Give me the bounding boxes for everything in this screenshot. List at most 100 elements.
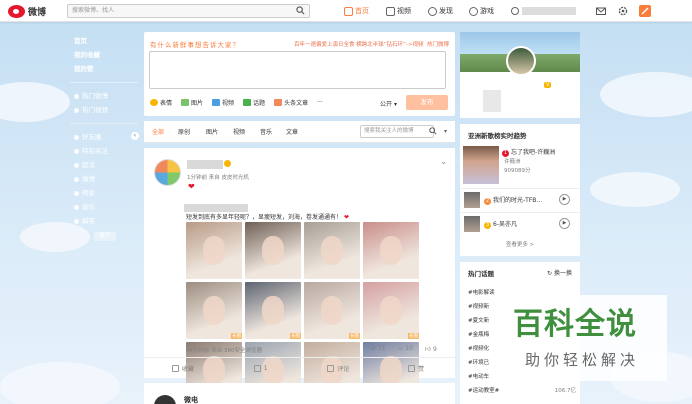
chevron-down-icon[interactable]: ▾ xyxy=(444,128,447,135)
hashtag-icon xyxy=(243,99,252,106)
publisher-panel: 有什么新鲜事想告诉大家？ 百年一遇偏爱上演日全食 横跨北半球“钻石环”->视频 … xyxy=(144,32,455,116)
rank-badge: 2 xyxy=(484,198,491,205)
search-icon[interactable] xyxy=(296,6,305,15)
comment-count[interactable]: ▭ 10 xyxy=(398,345,413,353)
search-input[interactable]: 搜索微博、找人 xyxy=(67,4,310,18)
nav-home-label: 首页 xyxy=(355,7,369,15)
post-photo[interactable]: 长图 xyxy=(363,282,419,339)
like-button[interactable]: 赞 xyxy=(377,358,455,378)
tab-original[interactable]: 原创 xyxy=(178,127,190,136)
topic-name: #视频新 xyxy=(468,304,490,310)
trend-song[interactable]: 1 忘了我吧-许巍洲 xyxy=(502,147,555,157)
nav-discover[interactable]: 发现 xyxy=(428,5,453,17)
forward-count[interactable]: ⇄ 71 xyxy=(371,345,386,353)
like-count-value: 9 xyxy=(432,346,437,353)
emoji-button[interactable]: 表情 xyxy=(150,98,172,107)
comment-count-value: 10 xyxy=(405,345,413,352)
publisher-hot-link[interactable]: 百年一遇偏爱上演日全食 横跨北半球“钻石环”->视频 热门微博 xyxy=(294,40,449,48)
collapse-icon[interactable]: ‹ xyxy=(131,132,139,140)
leftnav-hot-weibo[interactable]: 热门微博 xyxy=(66,89,142,103)
avatar[interactable] xyxy=(506,46,536,76)
search-icon[interactable] xyxy=(429,127,437,135)
tab-all[interactable]: 全部 xyxy=(152,127,164,136)
tool-label: 图片 xyxy=(191,100,204,107)
leftnav-group[interactable]: 超话 xyxy=(66,158,142,172)
topic-button[interactable]: 话题 xyxy=(243,98,265,107)
leftnav-group[interactable]: 明星 xyxy=(66,186,142,200)
leftnav-group[interactable]: 特别关注 xyxy=(66,144,142,158)
image-button[interactable]: 图片 xyxy=(181,98,203,107)
forward-author-redacted[interactable] xyxy=(184,204,248,212)
username-redacted[interactable] xyxy=(187,160,223,169)
more-button[interactable]: ··· xyxy=(317,98,323,107)
nav-discover-label: 发现 xyxy=(439,7,453,15)
profile-card: V xyxy=(460,32,580,118)
visibility-select[interactable]: 公开 ▾ xyxy=(380,99,397,108)
leftnav-likes[interactable]: 我的赞 xyxy=(66,62,142,76)
chevron-down-icon: ▾ xyxy=(393,101,397,108)
heart-icon: ❤ xyxy=(188,182,195,191)
user-icon[interactable] xyxy=(511,7,519,15)
nav-home[interactable]: 首页 xyxy=(344,5,369,17)
expand-button[interactable]: 展开 xyxy=(94,232,116,241)
publisher-textarea[interactable] xyxy=(149,51,446,89)
leftnav-label: 好友圈 xyxy=(82,133,102,141)
gear-icon[interactable] xyxy=(618,6,628,16)
submit-button[interactable]: 发布 xyxy=(406,95,448,110)
topic-item[interactable]: #运动教室# 106.7亿 xyxy=(468,386,576,394)
play-icon[interactable]: ▶ xyxy=(559,218,570,229)
tab-images[interactable]: 图片 xyxy=(206,127,218,136)
topic-name: #夏文新 xyxy=(468,318,490,324)
nav-video[interactable]: 视频 xyxy=(386,5,411,17)
album-cover[interactable] xyxy=(463,146,499,184)
trend-row[interactable]: 3 6-吴亦凡 ▶ xyxy=(460,212,580,234)
nav-game[interactable]: 游戏 xyxy=(469,5,494,17)
watermark-title: 百科全说 xyxy=(513,307,637,342)
tab-music[interactable]: 音乐 xyxy=(260,127,272,136)
username[interactable]: 微电 xyxy=(184,395,198,404)
article-button[interactable]: 头条文章 xyxy=(274,98,308,107)
leftnav-group[interactable]: 搞笑 xyxy=(66,214,142,228)
comment-button[interactable]: 评论 xyxy=(300,358,378,378)
avatar[interactable] xyxy=(154,159,181,186)
post-photo[interactable] xyxy=(186,222,242,279)
leftnav-label: 明星 xyxy=(82,189,95,197)
username-redacted[interactable] xyxy=(522,7,576,15)
post-text-body: 短发到底有多显年轻呢？，显瘦短发，刘海，卷发通通有！ xyxy=(186,214,343,221)
post-photo[interactable]: 长图 xyxy=(304,282,360,339)
topic-name: #电动车 xyxy=(468,374,490,380)
mail-icon[interactable] xyxy=(596,6,606,16)
post-meta[interactable]: 1分钟前 来自 皮皮时光机 xyxy=(187,173,249,181)
post-photo[interactable] xyxy=(304,222,360,279)
leftnav-label: 热门视频 xyxy=(82,106,108,114)
forward-button[interactable]: 1 xyxy=(222,358,300,378)
weibo-logo[interactable]: 微博 xyxy=(8,3,46,19)
avatar[interactable] xyxy=(154,395,176,404)
favorite-button[interactable]: 收藏 xyxy=(144,358,222,378)
play-score: 909089分 xyxy=(504,168,531,174)
nav-game-label: 游戏 xyxy=(480,7,494,15)
photo-subject xyxy=(379,296,403,325)
leftnav-favorites[interactable]: 我的收藏 xyxy=(66,48,142,62)
leftnav-group[interactable]: 微博 xyxy=(66,172,142,186)
post-photo[interactable] xyxy=(245,222,301,279)
game-icon xyxy=(469,6,478,16)
view-more-link[interactable]: 查看更多 > xyxy=(460,240,580,248)
leftnav-hot-video[interactable]: 热门视频 xyxy=(66,103,142,117)
leftnav-group[interactable]: 音乐 xyxy=(66,200,142,214)
play-icon[interactable]: ▶ xyxy=(559,194,570,205)
trend-row[interactable]: 2 我们的时光-TFB... ▶ xyxy=(460,188,580,210)
chevron-down-icon[interactable]: ⌄ xyxy=(440,157,447,166)
post-actions: 收藏 1 评论 赞 xyxy=(144,357,455,378)
post-photo[interactable]: 长图 xyxy=(245,282,301,339)
feed-search-input[interactable]: 搜索我关注人的微博 xyxy=(360,125,434,138)
leftnav-home[interactable]: 首页 xyxy=(66,34,142,48)
like-count[interactable]: 👍︎ 9 xyxy=(425,345,437,353)
tab-article[interactable]: 文章 xyxy=(286,127,298,136)
post-photo[interactable]: 长图 xyxy=(186,282,242,339)
tab-video[interactable]: 视频 xyxy=(233,127,245,136)
post-photo[interactable] xyxy=(363,222,419,279)
video-button[interactable]: 视频 xyxy=(212,98,234,107)
refresh-button[interactable]: ↻ 换一换 xyxy=(547,268,572,277)
compose-icon[interactable] xyxy=(639,5,651,17)
